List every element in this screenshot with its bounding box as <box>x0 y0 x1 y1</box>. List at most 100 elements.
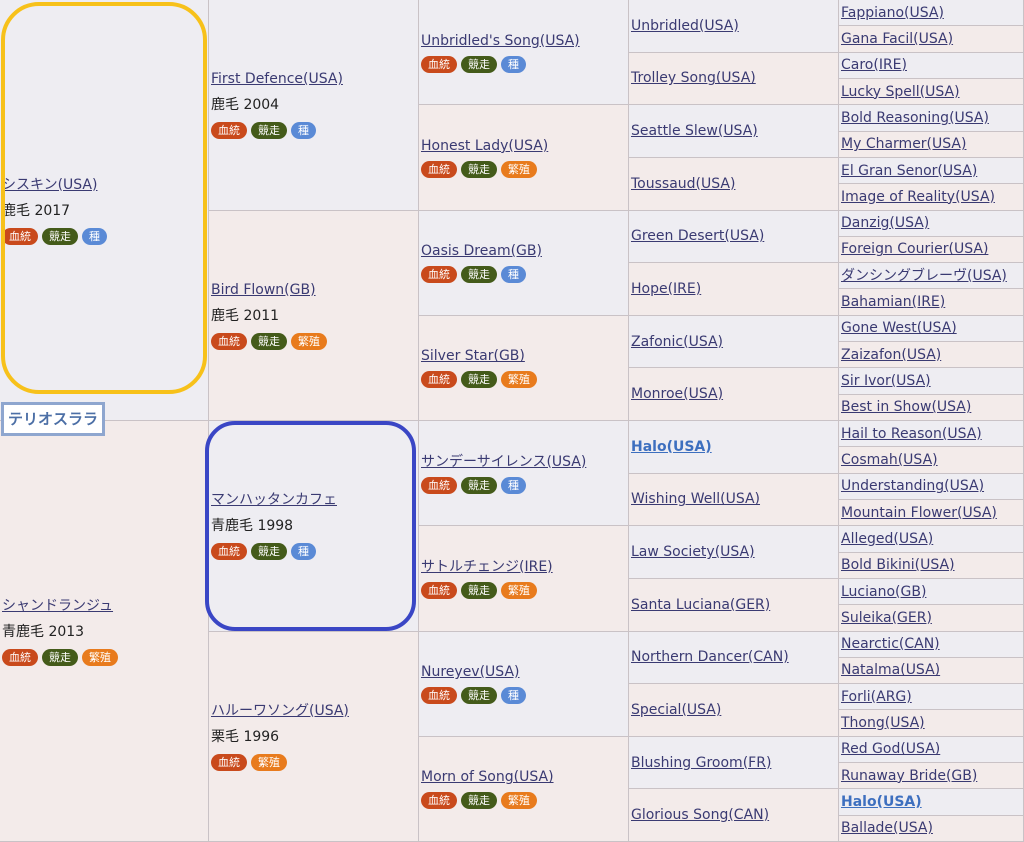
horse-name-link[interactable]: Seattle Slew(USA) <box>631 122 838 140</box>
horse-name-link[interactable]: Wishing Well(USA) <box>631 490 838 508</box>
horse-name-link[interactable]: Bahamian(IRE) <box>841 293 1023 311</box>
horse-name-link[interactable]: サトルチェンジ(IRE) <box>421 558 628 576</box>
horse-name-link[interactable]: Cosmah(USA) <box>841 451 1023 469</box>
horse-name-link[interactable]: マンハッタンカフェ <box>211 491 418 509</box>
badge-race[interactable]: 競走 <box>251 122 287 140</box>
horse-name-link[interactable]: Green Desert(USA) <box>631 227 838 245</box>
horse-name-link[interactable]: Glorious Song(CAN) <box>631 806 838 824</box>
horse-name-link[interactable]: Understanding(USA) <box>841 477 1023 495</box>
horse-name-link[interactable]: Thong(USA) <box>841 714 1023 732</box>
horse-name-link[interactable]: Monroe(USA) <box>631 385 838 403</box>
horse-name-link[interactable]: Unbridled(USA) <box>631 17 838 35</box>
badge-blood[interactable]: 血統 <box>421 581 457 599</box>
badge-race[interactable]: 競走 <box>461 687 497 705</box>
horse-name-link[interactable]: Suleika(GER) <box>841 609 1023 627</box>
horse-name-link[interactable]: Northern Dancer(CAN) <box>631 648 838 666</box>
horse-name-link[interactable]: Gana Facil(USA) <box>841 30 1023 48</box>
horse-name-link[interactable]: Santa Luciana(GER) <box>631 596 838 614</box>
horse-name-link[interactable]: My Charmer(USA) <box>841 135 1023 153</box>
horse-name-link[interactable]: Oasis Dream(GB) <box>421 242 628 260</box>
horse-name-link[interactable]: Fappiano(USA) <box>841 4 1023 22</box>
horse-name-link[interactable]: Nureyev(USA) <box>421 663 628 681</box>
horse-name-link[interactable]: シスキン(USA) <box>2 176 208 194</box>
horse-name-link[interactable]: Hope(IRE) <box>631 280 838 298</box>
horse-name-link[interactable]: Special(USA) <box>631 701 838 719</box>
badge-blood[interactable]: 血統 <box>421 160 457 178</box>
horse-name-link[interactable]: Best in Show(USA) <box>841 398 1023 416</box>
horse-name-link[interactable]: Natalma(USA) <box>841 661 1023 679</box>
badge-breed[interactable]: 繁殖 <box>251 753 287 771</box>
horse-name-link[interactable]: Hail to Reason(USA) <box>841 425 1023 443</box>
badge-stud[interactable]: 種 <box>501 687 526 705</box>
horse-name-link[interactable]: Halo(USA) <box>631 438 838 456</box>
badge-breed[interactable]: 繁殖 <box>501 792 537 810</box>
badge-blood[interactable]: 血統 <box>421 266 457 284</box>
horse-name-link[interactable]: Danzig(USA) <box>841 214 1023 232</box>
horse-name-link[interactable]: サンデーサイレンス(USA) <box>421 453 628 471</box>
badge-blood[interactable]: 血統 <box>421 476 457 494</box>
badge-breed[interactable]: 繁殖 <box>82 648 118 666</box>
badge-race[interactable]: 競走 <box>251 543 287 561</box>
horse-name-link[interactable]: Toussaud(USA) <box>631 175 838 193</box>
horse-name-link[interactable]: Law Society(USA) <box>631 543 838 561</box>
horse-name-link[interactable]: Gone West(USA) <box>841 319 1023 337</box>
horse-name-link[interactable]: Nearctic(CAN) <box>841 635 1023 653</box>
horse-name-link[interactable]: Zafonic(USA) <box>631 333 838 351</box>
horse-name-link[interactable]: Forli(ARG) <box>841 688 1023 706</box>
horse-name-link[interactable]: First Defence(USA) <box>211 70 418 88</box>
horse-name-link[interactable]: ダンシングブレーヴ(USA) <box>841 267 1023 285</box>
horse-name-link[interactable]: Silver Star(GB) <box>421 347 628 365</box>
horse-name-link[interactable]: Morn of Song(USA) <box>421 768 628 786</box>
badge-race[interactable]: 競走 <box>461 581 497 599</box>
horse-name-link[interactable]: Halo(USA) <box>841 793 1023 811</box>
horse-name-link[interactable]: ハルーワソング(USA) <box>211 702 418 720</box>
badge-stud[interactable]: 種 <box>291 122 316 140</box>
horse-name-link[interactable]: Lucky Spell(USA) <box>841 83 1023 101</box>
horse-name-link[interactable]: Sir Ivor(USA) <box>841 372 1023 390</box>
badge-stud[interactable]: 種 <box>501 476 526 494</box>
badge-blood[interactable]: 血統 <box>421 687 457 705</box>
horse-name-link[interactable]: Bird Flown(GB) <box>211 281 418 299</box>
horse-name-link[interactable]: シャンドランジュ <box>2 597 208 615</box>
horse-name-link[interactable]: Foreign Courier(USA) <box>841 240 1023 258</box>
horse-name-link[interactable]: Luciano(GB) <box>841 583 1023 601</box>
horse-name-link[interactable]: Unbridled's Song(USA) <box>421 32 628 50</box>
badge-stud[interactable]: 種 <box>501 266 526 284</box>
badge-stud[interactable]: 種 <box>501 55 526 73</box>
badge-race[interactable]: 競走 <box>461 55 497 73</box>
horse-name-link[interactable]: Red God(USA) <box>841 740 1023 758</box>
horse-name-link[interactable]: Bold Bikini(USA) <box>841 556 1023 574</box>
horse-name-link[interactable]: Mountain Flower(USA) <box>841 504 1023 522</box>
badge-blood[interactable]: 血統 <box>2 648 38 666</box>
badge-blood[interactable]: 血統 <box>421 371 457 389</box>
badge-blood[interactable]: 血統 <box>2 227 38 245</box>
badge-race[interactable]: 競走 <box>461 371 497 389</box>
horse-name-link[interactable]: Image of Reality(USA) <box>841 188 1023 206</box>
badge-stud[interactable]: 種 <box>82 227 107 245</box>
badge-blood[interactable]: 血統 <box>211 122 247 140</box>
badge-race[interactable]: 競走 <box>461 792 497 810</box>
horse-name-link[interactable]: Honest Lady(USA) <box>421 137 628 155</box>
badge-blood[interactable]: 血統 <box>211 332 247 350</box>
badge-breed[interactable]: 繁殖 <box>501 581 537 599</box>
badge-race[interactable]: 競走 <box>461 160 497 178</box>
badge-race[interactable]: 競走 <box>42 648 78 666</box>
badge-breed[interactable]: 繁殖 <box>501 371 537 389</box>
badge-race[interactable]: 競走 <box>251 332 287 350</box>
badge-race[interactable]: 競走 <box>42 227 78 245</box>
badge-race[interactable]: 競走 <box>461 476 497 494</box>
badge-breed[interactable]: 繁殖 <box>291 332 327 350</box>
horse-name-link[interactable]: Trolley Song(USA) <box>631 69 838 87</box>
horse-name-link[interactable]: Caro(IRE) <box>841 56 1023 74</box>
horse-name-link[interactable]: Zaizafon(USA) <box>841 346 1023 364</box>
badge-blood[interactable]: 血統 <box>421 55 457 73</box>
horse-name-link[interactable]: El Gran Senor(USA) <box>841 162 1023 180</box>
horse-name-link[interactable]: Alleged(USA) <box>841 530 1023 548</box>
badge-blood[interactable]: 血統 <box>421 792 457 810</box>
badge-race[interactable]: 競走 <box>461 266 497 284</box>
badge-blood[interactable]: 血統 <box>211 543 247 561</box>
badge-stud[interactable]: 種 <box>291 543 316 561</box>
horse-name-link[interactable]: Blushing Groom(FR) <box>631 754 838 772</box>
horse-name-link[interactable]: Ballade(USA) <box>841 819 1023 837</box>
horse-name-link[interactable]: Bold Reasoning(USA) <box>841 109 1023 127</box>
